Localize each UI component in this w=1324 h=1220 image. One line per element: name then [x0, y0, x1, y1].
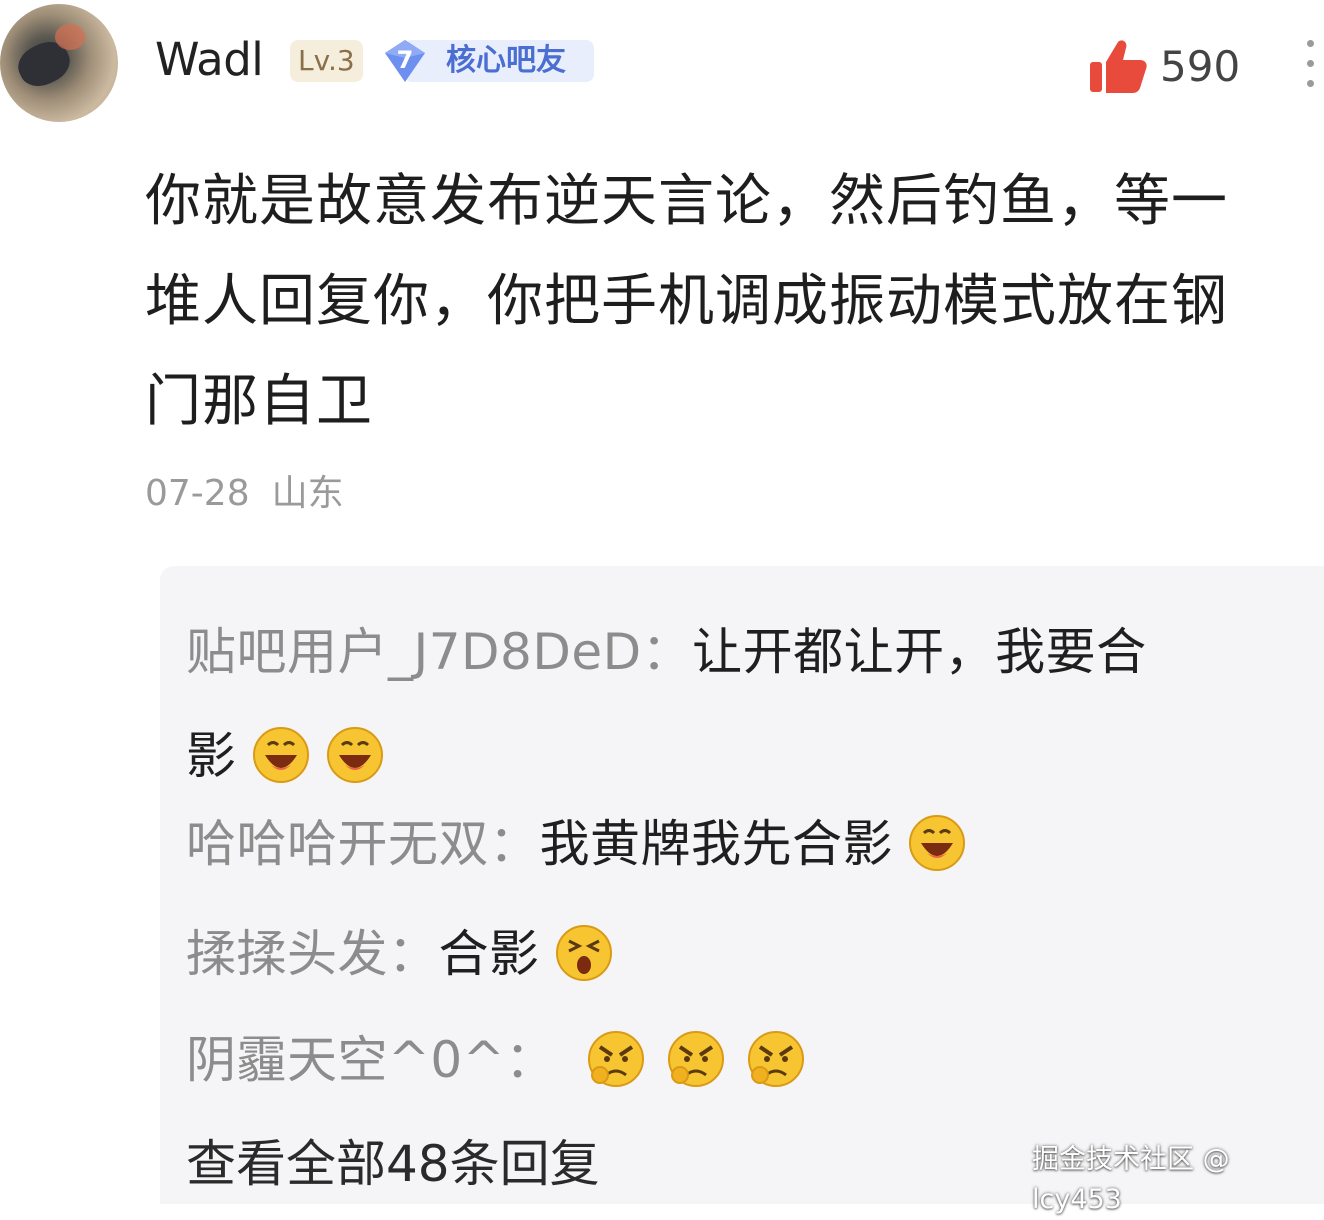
reply-item[interactable]: 哈哈哈开无双：我黄牌我先合影	[186, 812, 967, 876]
laugh-emoji-icon	[325, 725, 385, 785]
laugh-emoji-icon	[907, 813, 967, 873]
like-button[interactable]: 590	[1088, 38, 1258, 94]
reply-line: 贴吧用户_J7D8DeD：让开都让开，我要合	[186, 600, 1306, 704]
reply-item[interactable]: 贴吧用户_J7D8DeD：让开都让开，我要合 影	[186, 600, 1306, 808]
reply-author[interactable]: 哈哈哈开无双：	[186, 815, 540, 873]
reply-author[interactable]: 阴霾天空^0^：	[186, 1031, 556, 1089]
thumbs-up-icon	[1090, 40, 1147, 93]
like-count: 590	[1160, 42, 1241, 91]
reply-list: 贴吧用户_J7D8DeD：让开都让开，我要合 影 哈哈哈开无双：我黄牌我先合影 …	[160, 566, 1324, 1204]
post-date: 07-28	[145, 473, 250, 514]
angry-emoji-icon	[586, 1029, 646, 1089]
reply-item[interactable]: 揉揉头发：合影	[186, 922, 614, 986]
user-avatar[interactable]	[0, 4, 118, 122]
member-badge: 7 核心吧友	[382, 38, 594, 84]
laugh-emoji-icon	[251, 725, 311, 785]
watermark: 掘金技术社区 @ lcy453	[1032, 1144, 1230, 1215]
reply-text: 让开都让开，我要合	[692, 623, 1147, 681]
squint-emoji-icon	[554, 923, 614, 983]
username[interactable]: Wadl	[155, 32, 264, 88]
angry-emoji-icon	[746, 1029, 806, 1089]
avatar-shape	[55, 24, 85, 50]
member-title: 核心吧友	[446, 43, 566, 78]
reply-text: 合影	[438, 925, 540, 983]
level-badge: Lv.3	[290, 40, 363, 82]
angry-emoji-icon	[666, 1029, 726, 1089]
more-options-icon[interactable]	[1300, 40, 1320, 96]
reply-author[interactable]: 揉揉头发：	[186, 925, 439, 983]
reply-item[interactable]: 阴霾天空^0^：	[186, 1028, 806, 1092]
post-line: 门那自卫	[145, 369, 373, 434]
reply-line: 影	[186, 704, 1306, 808]
reply-author[interactable]: 贴吧用户_J7D8DeD：	[186, 623, 692, 681]
reply-text: 我黄牌我先合影	[539, 815, 893, 873]
post-line: 你就是故意发布逆天言论，然后钓鱼，等一	[145, 169, 1228, 234]
view-all-replies-link[interactable]: 查看全部48条回复	[186, 1132, 600, 1196]
reply-text: 影	[186, 727, 237, 785]
post-location: 山东	[271, 473, 344, 514]
post-header: Wadl Lv.3 7 核心吧友 590	[0, 0, 1324, 130]
post-meta: 07-28 山东	[145, 466, 344, 522]
member-level-number: 7	[396, 46, 414, 74]
post-content: 你就是故意发布逆天言论，然后钓鱼，等一 堆人回复你，你把手机调成振动模式放在钢 …	[145, 152, 1324, 452]
post-line: 堆人回复你，你把手机调成振动模式放在钢	[145, 269, 1228, 334]
